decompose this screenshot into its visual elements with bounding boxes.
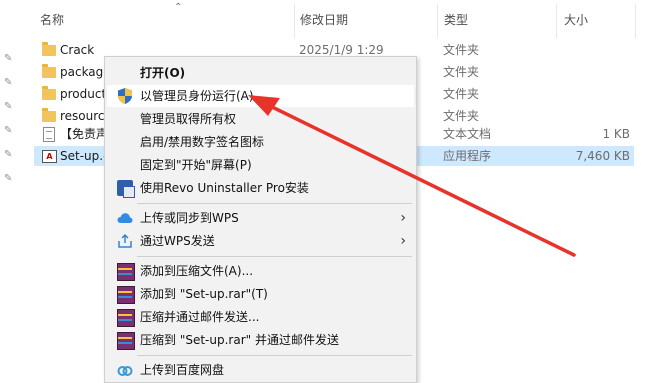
menu-item-label: 固定到"开始"屏幕(P) <box>140 158 252 172</box>
menu-item-label: 打开(O) <box>140 66 186 80</box>
menu-item-label: 通过WPS发送 <box>140 234 215 248</box>
pin-icon: ✎ <box>4 53 13 64</box>
context-menu: 打开(O) 以管理员身份运行(A) 管理员取得所有权 启用/禁用数字签名图标 固… <box>104 56 417 383</box>
column-divider[interactable] <box>635 4 636 38</box>
quick-access-pins: ✎ ✎ ✎ ✎ ✎ ✎ <box>0 0 18 381</box>
file-size: 1 KB <box>602 127 630 141</box>
pin-icon: ✎ <box>4 173 13 184</box>
menu-item-label: 压缩并通过邮件发送... <box>140 310 260 324</box>
file-type: 文件夹 <box>443 87 480 101</box>
folder-icon <box>42 86 56 100</box>
menu-item-run-as-admin[interactable]: 以管理员身份运行(A) <box>107 85 414 107</box>
menu-item-compress-and-email[interactable]: 压缩并通过邮件发送... <box>107 306 414 328</box>
column-header: ⌃ 名称 修改日期 类型 大小 <box>18 0 647 38</box>
menu-item-label: 管理员取得所有权 <box>140 112 237 126</box>
menu-item-label: 压缩到 "Set-up.rar" 并通过邮件发送 <box>140 333 339 347</box>
wps-cloud-icon <box>117 213 133 223</box>
file-type: 文本文档 <box>443 127 492 141</box>
column-date[interactable]: 修改日期 <box>300 11 348 29</box>
submenu-arrow-icon: › <box>400 233 406 249</box>
revo-uninstaller-icon <box>117 180 135 198</box>
submenu-arrow-icon: › <box>400 210 406 226</box>
file-type: 文件夹 <box>443 43 480 57</box>
menu-item-toggle-signature-icon[interactable]: 启用/禁用数字签名图标 <box>107 131 414 153</box>
menu-item-revo-install[interactable]: 使用Revo Uninstaller Pro安装 <box>107 177 414 199</box>
column-size[interactable]: 大小 <box>564 11 588 29</box>
menu-item-label: 启用/禁用数字签名图标 <box>140 135 265 149</box>
file-type: 文件夹 <box>443 65 480 79</box>
column-type[interactable]: 类型 <box>444 11 468 29</box>
menu-separator <box>137 355 412 356</box>
file-size: 7,460 KB <box>575 149 630 163</box>
share-icon <box>118 233 132 248</box>
menu-item-label: 添加到压缩文件(A)... <box>140 264 254 278</box>
pin-icon: ✎ <box>4 149 13 160</box>
winrar-icon <box>117 263 135 281</box>
column-divider[interactable] <box>294 4 295 38</box>
menu-item-label: 使用Revo Uninstaller Pro安装 <box>140 181 309 195</box>
column-divider[interactable] <box>556 4 557 38</box>
column-divider[interactable] <box>437 4 438 38</box>
menu-item-add-to-setup-rar[interactable]: 添加到 "Set-up.rar"(T) <box>107 283 414 305</box>
menu-item-label: 添加到 "Set-up.rar"(T) <box>140 287 268 301</box>
winrar-icon <box>117 286 135 304</box>
sort-ascending-icon[interactable]: ⌃ <box>174 2 182 13</box>
menu-item-take-ownership[interactable]: 管理员取得所有权 <box>107 108 414 130</box>
menu-separator <box>137 256 412 257</box>
folder-icon <box>42 64 56 78</box>
adobe-app-icon: A <box>42 150 57 163</box>
winrar-icon <box>117 309 135 327</box>
menu-item-pin-to-start[interactable]: 固定到"开始"屏幕(P) <box>107 154 414 176</box>
pin-icon: ✎ <box>4 101 13 112</box>
menu-separator <box>137 203 412 204</box>
pin-icon: ✎ <box>4 125 13 136</box>
menu-item-label: 上传到百度网盘 <box>140 363 225 377</box>
pin-icon: ✎ <box>4 77 13 88</box>
menu-item-wps-sync[interactable]: 上传或同步到WPS › <box>107 207 414 229</box>
uac-shield-icon <box>118 88 132 104</box>
file-type: 文件夹 <box>443 109 480 123</box>
column-name[interactable]: 名称 <box>40 11 64 29</box>
folder-icon <box>42 42 56 56</box>
winrar-icon <box>117 332 135 350</box>
text-document-icon <box>43 127 55 142</box>
menu-item-add-to-archive[interactable]: 添加到压缩文件(A)... <box>107 260 414 282</box>
menu-item-upload-baidu[interactable]: 上传到百度网盘 <box>107 359 414 381</box>
menu-item-label: 上传或同步到WPS <box>140 211 239 225</box>
menu-item-compress-setup-rar-and-email[interactable]: 压缩到 "Set-up.rar" 并通过邮件发送 <box>107 329 414 351</box>
menu-item-open[interactable]: 打开(O) <box>107 62 414 84</box>
baidu-netdisk-icon <box>117 366 133 376</box>
folder-icon <box>42 108 56 122</box>
menu-item-wps-send[interactable]: 通过WPS发送 › <box>107 230 414 252</box>
menu-item-label: 以管理员身份运行(A) <box>140 89 254 103</box>
file-type: 应用程序 <box>443 149 492 163</box>
